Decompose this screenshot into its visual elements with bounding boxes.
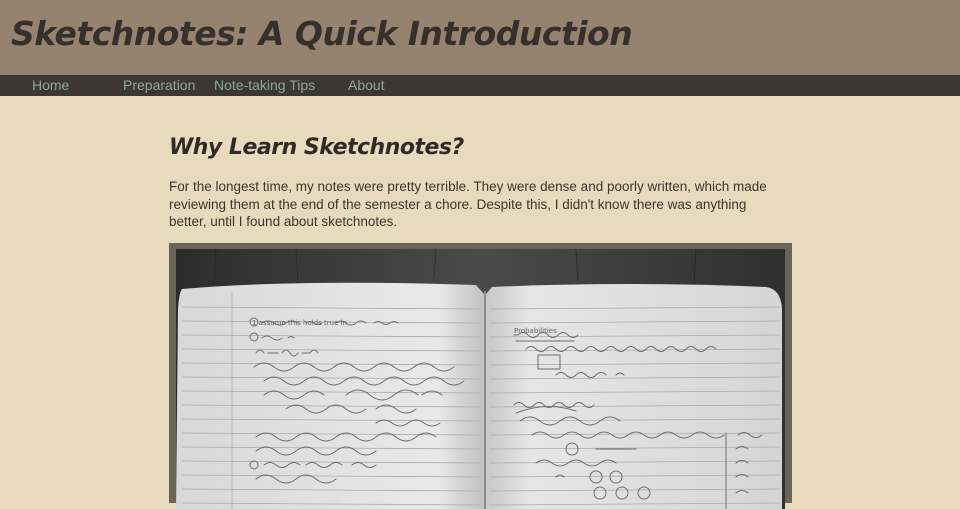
main-nav: Home Preparation Note-taking Tips About	[0, 75, 960, 96]
notebook-photo: 1 assume this holds true in Probabilitie…	[176, 249, 785, 509]
nav-item-preparation[interactable]: Preparation	[123, 77, 195, 93]
notebook-photo-icon: 1 assume this holds true in Probabilitie…	[176, 249, 785, 509]
nav-item-note-taking-tips[interactable]: Note-taking Tips	[214, 77, 315, 93]
notebook-photo-frame: 1 assume this holds true in Probabilitie…	[169, 243, 792, 509]
section-heading: Why Learn Sketchnotes?	[169, 135, 464, 160]
site-title: Sketchnotes: A Quick Introduction	[11, 14, 633, 53]
nav-item-about[interactable]: About	[348, 77, 385, 93]
site-header: Sketchnotes: A Quick Introduction	[0, 0, 960, 75]
main-content: Why Learn Sketchnotes? For the longest t…	[169, 130, 791, 231]
photo-left-caption: 1 assume this holds true in	[252, 319, 347, 327]
nav-item-home[interactable]: Home	[32, 77, 69, 93]
intro-paragraph: For the longest time, my notes were pret…	[169, 179, 767, 229]
photo-right-caption: Probabilities	[514, 327, 557, 335]
